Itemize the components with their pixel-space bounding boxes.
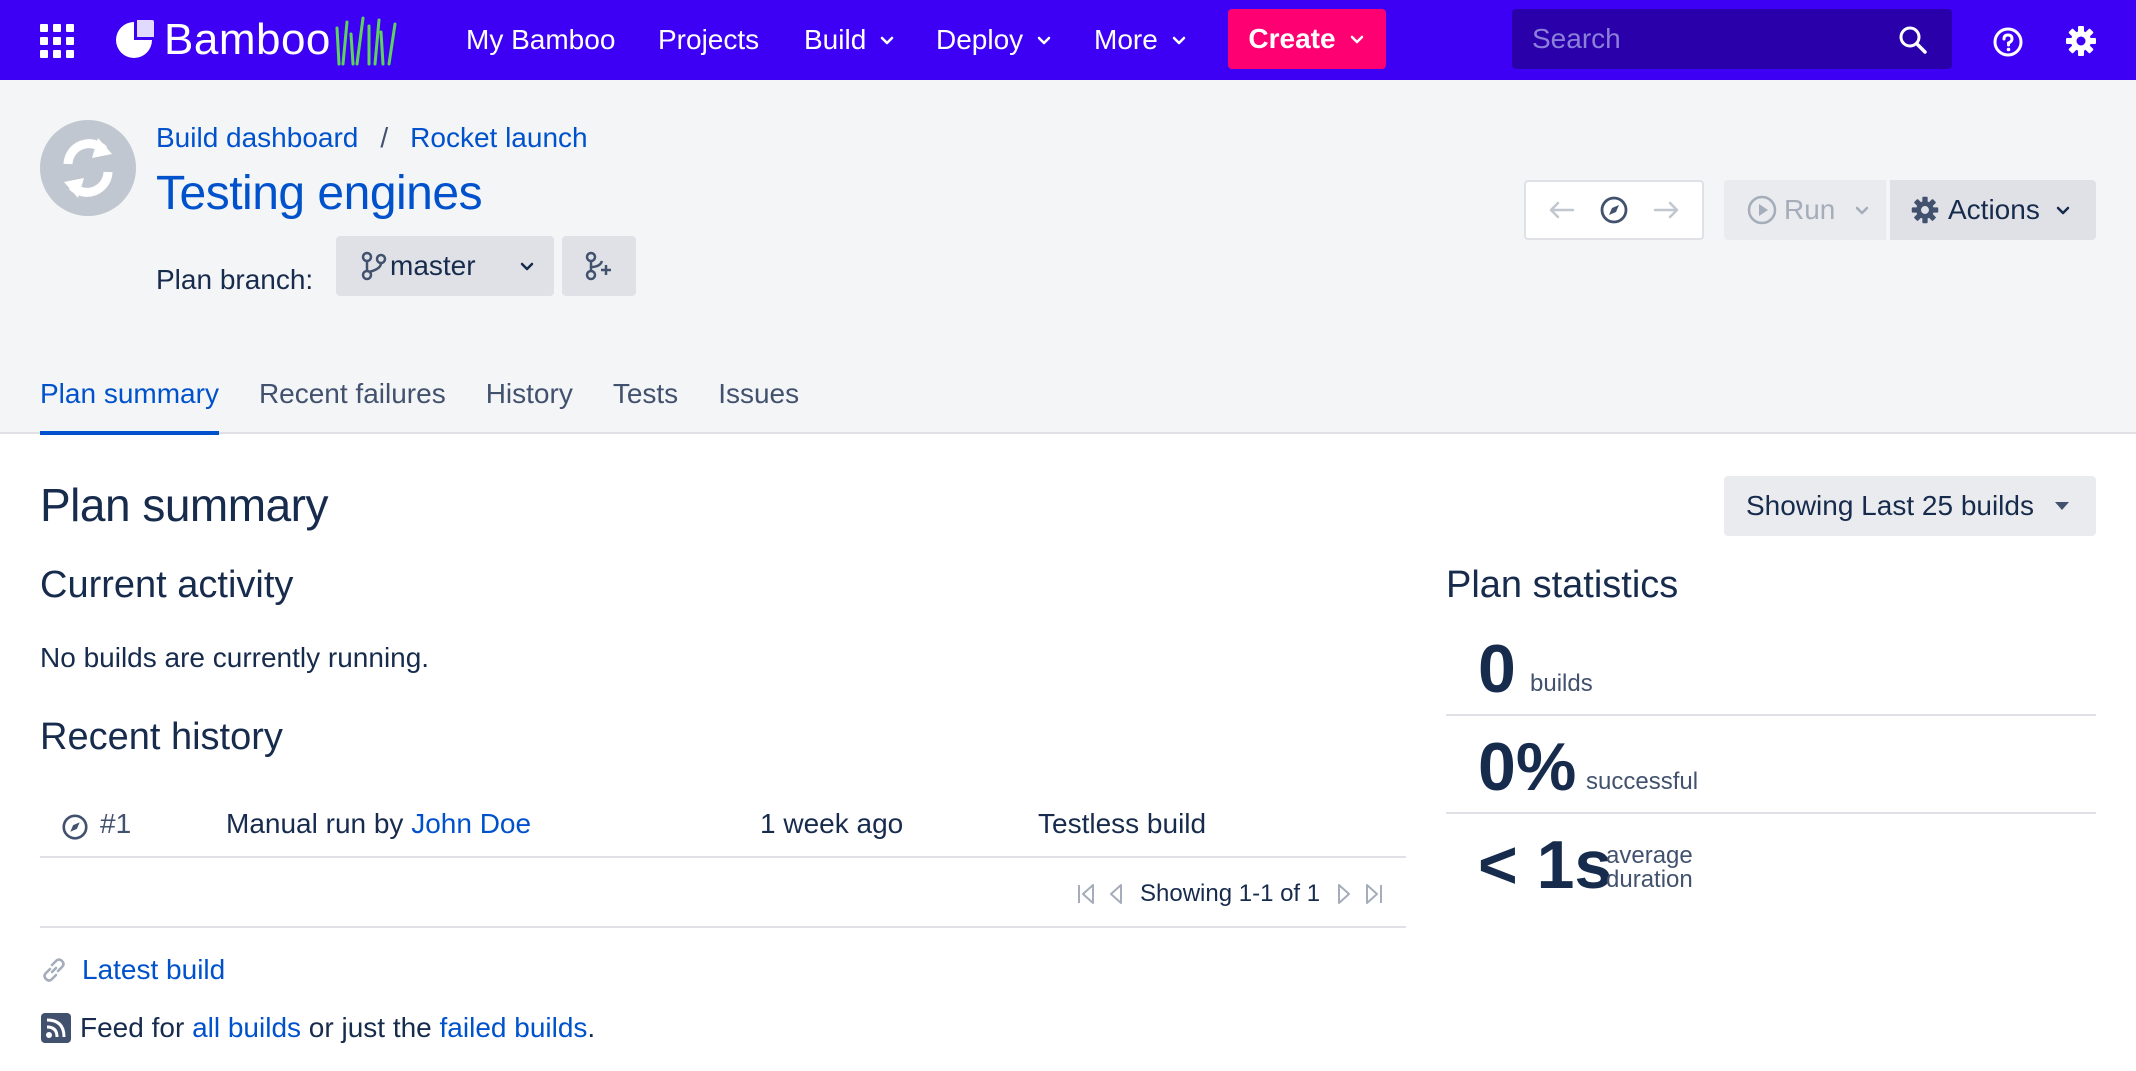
nav-more[interactable]: More [1094, 22, 1188, 58]
stat-average-duration: < 1s average duration [1446, 814, 2096, 912]
top-navigation: Bamboo My Bamboo Projects Build Deploy M… [0, 0, 2136, 80]
plan-branch-select[interactable]: master [336, 236, 554, 296]
divider [40, 926, 1406, 928]
breadcrumb-build-dashboard[interactable]: Build dashboard [156, 122, 358, 154]
latest-build-row: Latest build [40, 954, 225, 986]
branch-icon [361, 251, 387, 281]
plan-statistics-heading: Plan statistics [1446, 564, 1679, 606]
stat-duration-label-2: duration [1606, 866, 1693, 893]
tab-plan-summary[interactable]: Plan summary [40, 378, 219, 435]
bamboo-logo-text: Bamboo [164, 15, 331, 64]
next-page-icon[interactable] [1336, 882, 1352, 906]
search-icon[interactable] [1898, 25, 1928, 55]
stat-builds-value: 0 [1478, 631, 1516, 707]
settings-gear-icon[interactable] [2064, 24, 2098, 58]
user-link[interactable]: John Doe [411, 808, 531, 839]
stat-success-value: 0% [1478, 729, 1577, 805]
stat-builds-label: builds [1530, 670, 1593, 697]
chevron-down-icon [1172, 36, 1186, 45]
build-navigation-group [1524, 180, 1704, 240]
tab-issues[interactable]: Issues [718, 378, 799, 434]
rss-feed-icon [41, 1013, 71, 1043]
tab-recent-failures[interactable]: Recent failures [259, 378, 446, 434]
stat-builds: 0 builds [1446, 618, 2096, 716]
page-title[interactable]: Testing engines [156, 166, 483, 221]
plan-tabs: Plan summary Recent failures History Tes… [40, 378, 839, 435]
all-builds-feed-link[interactable]: all builds [192, 1012, 301, 1044]
bamboo-grass-icon [335, 16, 397, 66]
section-title: Plan summary [40, 479, 328, 531]
chevron-down-icon [2056, 206, 2070, 215]
plan-branch-label: Plan branch: [156, 264, 314, 295]
arrow-right-icon[interactable] [1653, 200, 1681, 220]
build-time: 1 week ago [760, 808, 904, 839]
arrow-left-icon[interactable] [1547, 200, 1575, 220]
branch-add-icon [585, 251, 611, 281]
create-branch-button[interactable] [562, 236, 636, 296]
showing-builds-dropdown[interactable]: Showing Last 25 builds [1724, 476, 2096, 536]
pagination: Showing 1-1 of 1 [1070, 876, 1390, 912]
search-input[interactable] [1532, 23, 1892, 55]
plan-header: Build dashboard / Rocket launch Testing … [0, 80, 2136, 435]
create-button[interactable]: Create [1228, 9, 1386, 69]
tab-tests[interactable]: Tests [613, 378, 678, 434]
search-box[interactable] [1512, 9, 1952, 69]
breadcrumb: Build dashboard / Rocket launch [156, 122, 588, 154]
nav-projects[interactable]: Projects [658, 22, 759, 58]
chevron-down-icon [1856, 206, 1869, 215]
current-activity-heading: Current activity [40, 564, 294, 606]
refresh-icon [63, 138, 113, 198]
recent-history-heading: Recent history [40, 716, 283, 758]
nav-build[interactable]: Build [804, 22, 896, 58]
caret-down-icon [2054, 502, 2069, 510]
feed-row: Feed for all builds or just the failed b… [40, 1012, 595, 1044]
run-button[interactable]: Run [1724, 180, 1886, 240]
latest-build-link[interactable]: Latest build [82, 954, 225, 986]
breadcrumb-separator: / [380, 122, 389, 153]
app-switcher-icon[interactable] [40, 24, 74, 58]
stat-duration-value: < 1s [1478, 827, 1613, 903]
tab-history[interactable]: History [486, 378, 573, 434]
first-page-icon[interactable] [1076, 882, 1096, 906]
play-icon [1747, 195, 1777, 225]
breadcrumb-project[interactable]: Rocket launch [410, 122, 587, 154]
nav-my-bamboo[interactable]: My Bamboo [466, 22, 615, 58]
chevron-down-icon [881, 36, 894, 45]
previous-page-icon[interactable] [1108, 882, 1124, 906]
plan-avatar [40, 120, 136, 216]
build-number-link[interactable]: #1 [100, 808, 131, 840]
bamboo-logo-icon [116, 20, 154, 58]
build-result: Testless build [1038, 808, 1207, 839]
compass-icon [62, 814, 88, 840]
failed-builds-feed-link[interactable]: failed builds [440, 1012, 588, 1044]
actions-button[interactable]: Actions [1890, 180, 2096, 240]
plan-branch-value: master [390, 250, 476, 281]
nav-deploy[interactable]: Deploy [936, 22, 1053, 58]
stat-duration-label-1: average [1606, 842, 1693, 869]
stat-success-label: successful [1586, 768, 1699, 795]
chevron-down-icon [1037, 36, 1051, 45]
gear-icon [1911, 196, 1939, 224]
bamboo-logo[interactable]: Bamboo [112, 12, 399, 68]
help-icon[interactable] [1992, 26, 2024, 58]
stat-success-rate: 0% successful [1446, 716, 2096, 814]
pagination-text: Showing 1-1 of 1 [1140, 880, 1321, 907]
chevron-down-icon [1350, 35, 1363, 44]
compass-icon[interactable] [1598, 194, 1630, 226]
last-page-icon[interactable] [1364, 882, 1384, 906]
current-activity-text: No builds are currently running. [40, 642, 430, 673]
link-icon [43, 958, 65, 982]
chevron-down-icon [520, 262, 534, 271]
build-reason: Manual run by John Doe [226, 808, 532, 839]
table-row: #1 Manual run by John Doe 1 week ago Tes… [40, 794, 1406, 858]
